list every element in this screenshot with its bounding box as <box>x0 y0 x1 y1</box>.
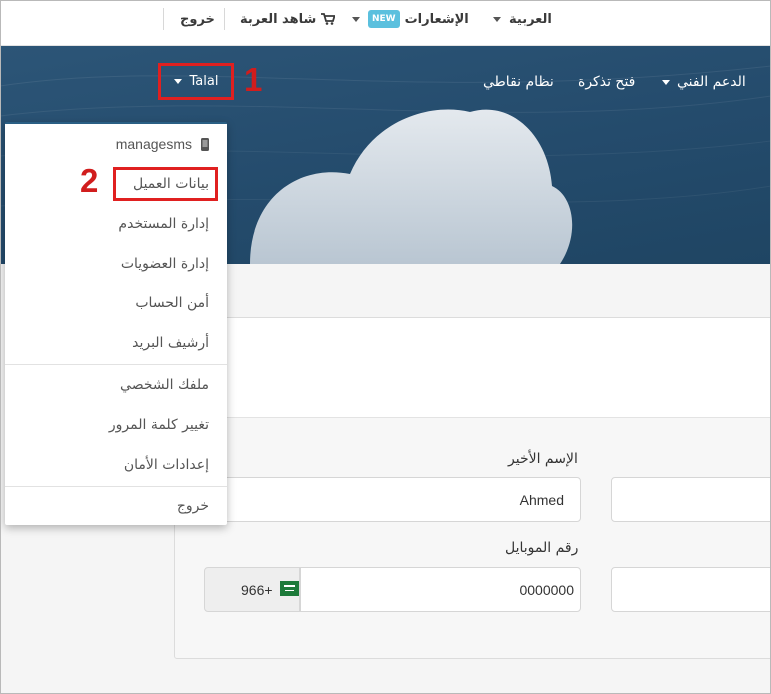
chevron-down-icon <box>173 79 182 84</box>
nav-points-label: نظام نقاطي <box>483 74 554 90</box>
mobile-phone-icon <box>201 137 209 151</box>
last-name-label: الإسم الأخير <box>508 451 578 467</box>
nav-points[interactable]: نظام نقاطي <box>483 74 554 90</box>
dropdown-item-change-password[interactable]: تغيير كلمة المرور <box>109 417 209 433</box>
shopping-cart-icon <box>321 13 336 25</box>
logout-label: خروج <box>180 11 215 27</box>
dropdown-item-account-security[interactable]: أمن الحساب <box>135 295 209 311</box>
dropdown-item-memberships[interactable]: إدارة العضويات <box>121 256 209 272</box>
highlight-box-customer-data <box>113 167 218 201</box>
cart-label: شاهد العربة <box>240 11 317 27</box>
secondary-field[interactable] <box>611 567 771 612</box>
last-name-value: Ahmed <box>519 491 564 508</box>
user-name: Talal <box>189 74 219 89</box>
step-number-1: 1 <box>244 61 263 98</box>
dropdown-item-profile[interactable]: ملفك الشخصي <box>120 377 209 393</box>
saudi-flag-icon <box>280 581 299 596</box>
top-bar: العربية NEW الإشعارات شاهد العربة خروج <box>0 0 771 46</box>
chevron-down-icon <box>352 16 360 22</box>
dropdown-divider <box>5 364 227 365</box>
language-menu[interactable]: العربية <box>493 0 552 38</box>
nav-support[interactable]: الدعم الفني <box>662 74 746 90</box>
panel-header <box>175 318 771 418</box>
dropdown-divider <box>5 486 227 487</box>
chevron-down-icon <box>493 16 501 22</box>
mobile-label: رقم الموبايل <box>505 540 579 556</box>
notifications-menu[interactable]: NEW الإشعارات <box>352 0 469 38</box>
dropdown-item-mail-archive[interactable]: أرشيف البريد <box>132 335 209 351</box>
divider <box>224 8 225 30</box>
divider <box>163 8 164 30</box>
last-name-field[interactable]: Ahmed <box>204 477 581 522</box>
notifications-label: الإشعارات <box>404 11 469 27</box>
cloud-illustration <box>250 109 573 264</box>
nav-support-label: الدعم الفني <box>677 74 746 90</box>
dropdown-item-logout[interactable]: خروج <box>177 498 209 514</box>
dropdown-item-user-management[interactable]: إدارة المستخدم <box>118 216 209 232</box>
language-label: العربية <box>509 11 552 27</box>
first-name-field[interactable] <box>611 477 771 522</box>
new-badge: NEW <box>368 10 400 28</box>
dropdown-item-label: managesms <box>115 136 192 152</box>
country-code: 966+ <box>241 581 273 598</box>
mobile-field[interactable]: 0000000 <box>300 567 581 612</box>
nav-open-ticket[interactable]: فتح تذكرة <box>578 74 635 90</box>
dropdown-item-security-settings[interactable]: إعدادات الأمان <box>124 457 209 473</box>
logout-link[interactable]: خروج <box>180 0 215 38</box>
dropdown-item-managesms[interactable]: managesms <box>116 136 209 152</box>
view-cart-link[interactable]: شاهد العربة <box>240 0 336 38</box>
mobile-value: 0000000 <box>519 581 574 598</box>
step-number-2: 2 <box>80 162 99 199</box>
chevron-down-icon <box>662 79 670 85</box>
user-menu-button[interactable]: Talal <box>158 63 234 100</box>
nav-open-ticket-label: فتح تذكرة <box>578 74 636 90</box>
